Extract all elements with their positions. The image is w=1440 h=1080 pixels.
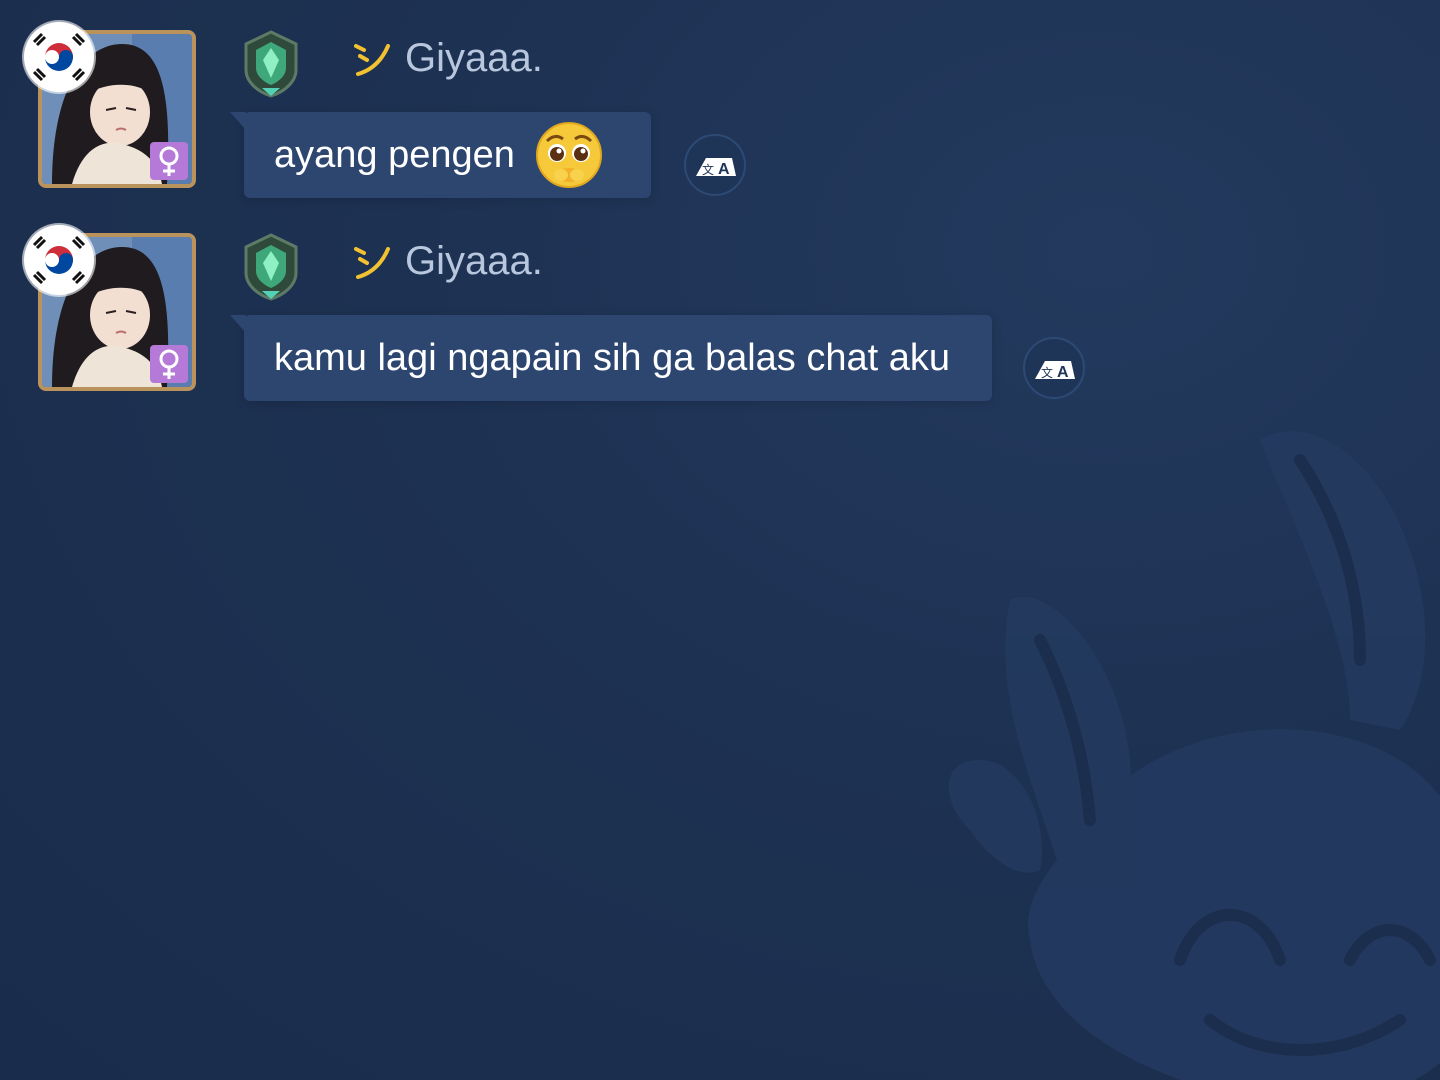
svg-text:A: A bbox=[1057, 364, 1069, 381]
message-text: ayang pengen bbox=[274, 134, 515, 176]
tag-icon bbox=[354, 44, 390, 76]
rank-badge-icon bbox=[244, 233, 298, 301]
chat-message: Giyaaa. ayang pengen A 文 bbox=[0, 0, 1200, 200]
tag-icon bbox=[354, 247, 390, 279]
message-bubble[interactable]: ayang pengen bbox=[230, 112, 651, 198]
background-mascot-icon bbox=[948, 431, 1440, 1080]
rank-badge-icon bbox=[244, 30, 298, 98]
svg-text:文: 文 bbox=[1041, 365, 1053, 380]
chat-panel: Giyaaa. ayang pengen A 文 Giyaaa. kamu la… bbox=[0, 0, 1440, 1080]
female-icon bbox=[150, 142, 188, 180]
svg-text:A: A bbox=[718, 161, 730, 178]
translate-button[interactable]: A 文 bbox=[1023, 337, 1085, 399]
female-icon bbox=[150, 345, 188, 383]
south-korea-flag-icon bbox=[24, 22, 94, 92]
svg-text:文: 文 bbox=[702, 162, 714, 177]
translate-icon: A 文 bbox=[696, 158, 736, 178]
pleading-face-emoji bbox=[535, 122, 602, 188]
translate-button[interactable]: A 文 bbox=[684, 134, 746, 196]
username[interactable]: Giyaaa. bbox=[405, 235, 543, 287]
chat-message: Giyaaa. kamu lagi ngapain sih ga balas c… bbox=[0, 203, 1200, 403]
message-bubble[interactable]: kamu lagi ngapain sih ga balas chat aku bbox=[230, 315, 992, 401]
username[interactable]: Giyaaa. bbox=[405, 32, 543, 84]
message-text: kamu lagi ngapain sih ga balas chat aku bbox=[274, 337, 951, 379]
translate-icon: A 文 bbox=[1035, 361, 1075, 381]
south-korea-flag-icon bbox=[24, 225, 94, 295]
